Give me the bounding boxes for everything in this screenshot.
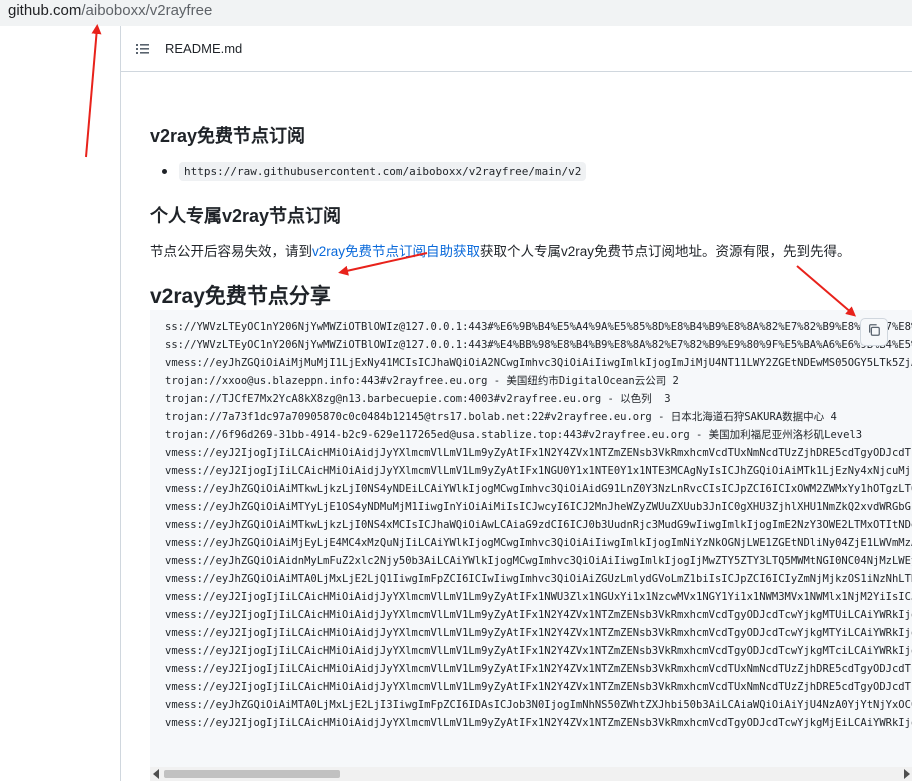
code-line: trojan://TJCfE7Mx2YcA8kX8zg@n13.barbecue…	[165, 393, 671, 405]
code-line: vmess://eyJhZGQiOiAiMTA0LjMxLjE2LjQ1Iiwg…	[165, 573, 912, 585]
code-line: vmess://eyJhZGQiOiAiMjMuMjI1LjExNy41MCIs…	[165, 357, 912, 369]
code-line: vmess://eyJ2IjogIjIiLCAicHMiOiAidjJyYXlm…	[165, 663, 912, 675]
code-line: trojan://6f96d269-31bb-4914-b2c9-629e117…	[165, 429, 863, 441]
code-line: vmess://eyJhZGQiOiAiMjEyLjE4MC4xMzQuNjIi…	[165, 537, 912, 549]
code-line: vmess://eyJ2IjogIjIiLCAicHMiOiAidjJyYXlm…	[165, 681, 912, 693]
paragraph-text-before: 节点公开后容易失效，请到	[150, 244, 312, 259]
list-icon[interactable]	[135, 41, 151, 57]
code-line: vmess://eyJhZGQiOiAiMTkwLjkzLjI0NS4yNDEi…	[165, 483, 912, 495]
code-line: vmess://eyJ2IjogIjIiLCAicHMiOiAidjJyYXlm…	[165, 717, 912, 729]
section-heading-node-share: v2ray免费节点分享	[150, 285, 331, 308]
code-line: vmess://eyJ2IjogIjIiLCAicHMiOiAidjJyYXlm…	[165, 591, 912, 603]
code-line: ss://YWVzLTEyOC1nY206NjYwMWZiOTBlOWIz@12…	[165, 321, 912, 333]
scroll-left-arrow-icon[interactable]	[153, 769, 159, 779]
readme-header: README.md	[121, 26, 912, 72]
code-line: vmess://eyJhZGQiOiAiMTA0LjMxLjE2LjI3Iiwg…	[165, 699, 912, 711]
copy-button[interactable]	[860, 318, 888, 346]
code-line: vmess://eyJhZGQiOiAiMTkwLjkzLjI0NS4xMCIs…	[165, 519, 912, 531]
self-service-link[interactable]: v2ray免费节点订阅自助获取	[312, 244, 480, 259]
left-gutter	[0, 26, 120, 781]
scroll-right-arrow-icon[interactable]	[904, 769, 910, 779]
code-line: vmess://eyJ2IjogIjIiLCAicHMiOiAidjJyYXlm…	[165, 645, 912, 657]
readme-panel: README.md v2ray免费节点订阅 https://raw.github…	[120, 26, 912, 781]
code-block[interactable]: ss://YWVzLTEyOC1nY206NjYwMWZiOTBlOWIz@12…	[150, 310, 912, 781]
subscription-url[interactable]: https://raw.githubusercontent.com/aibobo…	[179, 162, 587, 181]
scrollbar-thumb[interactable]	[164, 770, 340, 778]
section-paragraph: 节点公开后容易失效，请到v2ray免费节点订阅自助获取获取个人专属v2ray免费…	[150, 240, 851, 260]
code-line: vmess://eyJhZGQiOiAiMTYyLjE1OS4yNDMuMjM1…	[165, 501, 912, 513]
code-line: trojan://7a73f1dc97a70905870c0c0484b1214…	[165, 411, 837, 423]
horizontal-scrollbar[interactable]	[150, 767, 912, 781]
code-line: ss://YWVzLTEyOC1nY206NjYwMWZiOTBlOWIz@12…	[165, 339, 912, 351]
code-lines: ss://YWVzLTEyOC1nY206NjYwMWZiOTBlOWIz@12…	[165, 318, 912, 732]
code-line: vmess://eyJ2IjogIjIiLCAicHMiOiAidjJyYXlm…	[165, 465, 912, 477]
section-heading-free-subscription: v2ray免费节点订阅	[150, 126, 306, 146]
bullet-dot	[162, 169, 167, 174]
paragraph-text-after: 获取个人专属v2ray免费节点订阅地址。资源有限，先到先得。	[480, 244, 851, 259]
code-line: vmess://eyJ2IjogIjIiLCAicHMiOiAidjJyYXlm…	[165, 627, 912, 639]
code-line: vmess://eyJ2IjogIjIiLCAicHMiOiAidjJyYXlm…	[165, 447, 912, 459]
url-host: github.com	[8, 2, 82, 19]
readme-filename: README.md	[165, 41, 243, 56]
code-line: trojan://xxoo@us.blazeppn.info:443#v2ray…	[165, 375, 679, 387]
url-path: /aiboboxx/v2rayfree	[81, 2, 213, 19]
copy-icon	[867, 323, 881, 342]
section-heading-personal-subscription: 个人专属v2ray节点订阅	[150, 206, 342, 226]
code-line: vmess://eyJhZGQiOiAidnMyLmFuZ2xlc2Njy50b…	[165, 555, 912, 567]
code-line: vmess://eyJ2IjogIjIiLCAicHMiOiAidjJyYXlm…	[165, 609, 912, 621]
address-bar[interactable]: github.com/aiboboxx/v2rayfree	[0, 0, 912, 26]
list-item: https://raw.githubusercontent.com/aibobo…	[162, 162, 587, 181]
